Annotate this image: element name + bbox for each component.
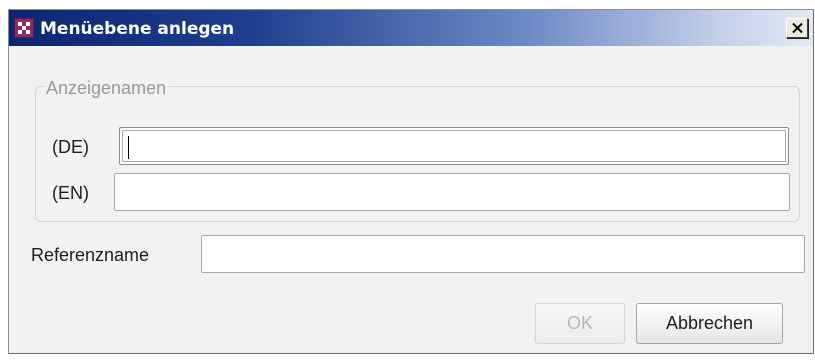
- close-icon: [792, 23, 803, 33]
- en-label: (EN): [52, 183, 89, 203]
- display-names-legend: Anzeigenamen: [43, 78, 170, 98]
- close-button[interactable]: [786, 18, 808, 38]
- cancel-button[interactable]: Abbrechen: [636, 303, 783, 344]
- create-menu-level-dialog: Menüebene anlegen Anzeigenamen (DE) (EN)…: [8, 9, 814, 354]
- display-name-de-input[interactable]: [119, 127, 789, 165]
- display-name-en-input[interactable]: [114, 173, 790, 211]
- ok-button[interactable]: OK: [535, 303, 625, 344]
- title-bar[interactable]: Menüebene anlegen: [9, 10, 813, 46]
- text-cursor: [128, 136, 129, 159]
- app-logo-icon: [14, 18, 34, 38]
- reference-name-label: Referenzname: [31, 245, 150, 265]
- dialog-title: Menüebene anlegen: [40, 19, 235, 39]
- de-label: (DE): [52, 137, 89, 157]
- reference-name-input[interactable]: [201, 235, 805, 273]
